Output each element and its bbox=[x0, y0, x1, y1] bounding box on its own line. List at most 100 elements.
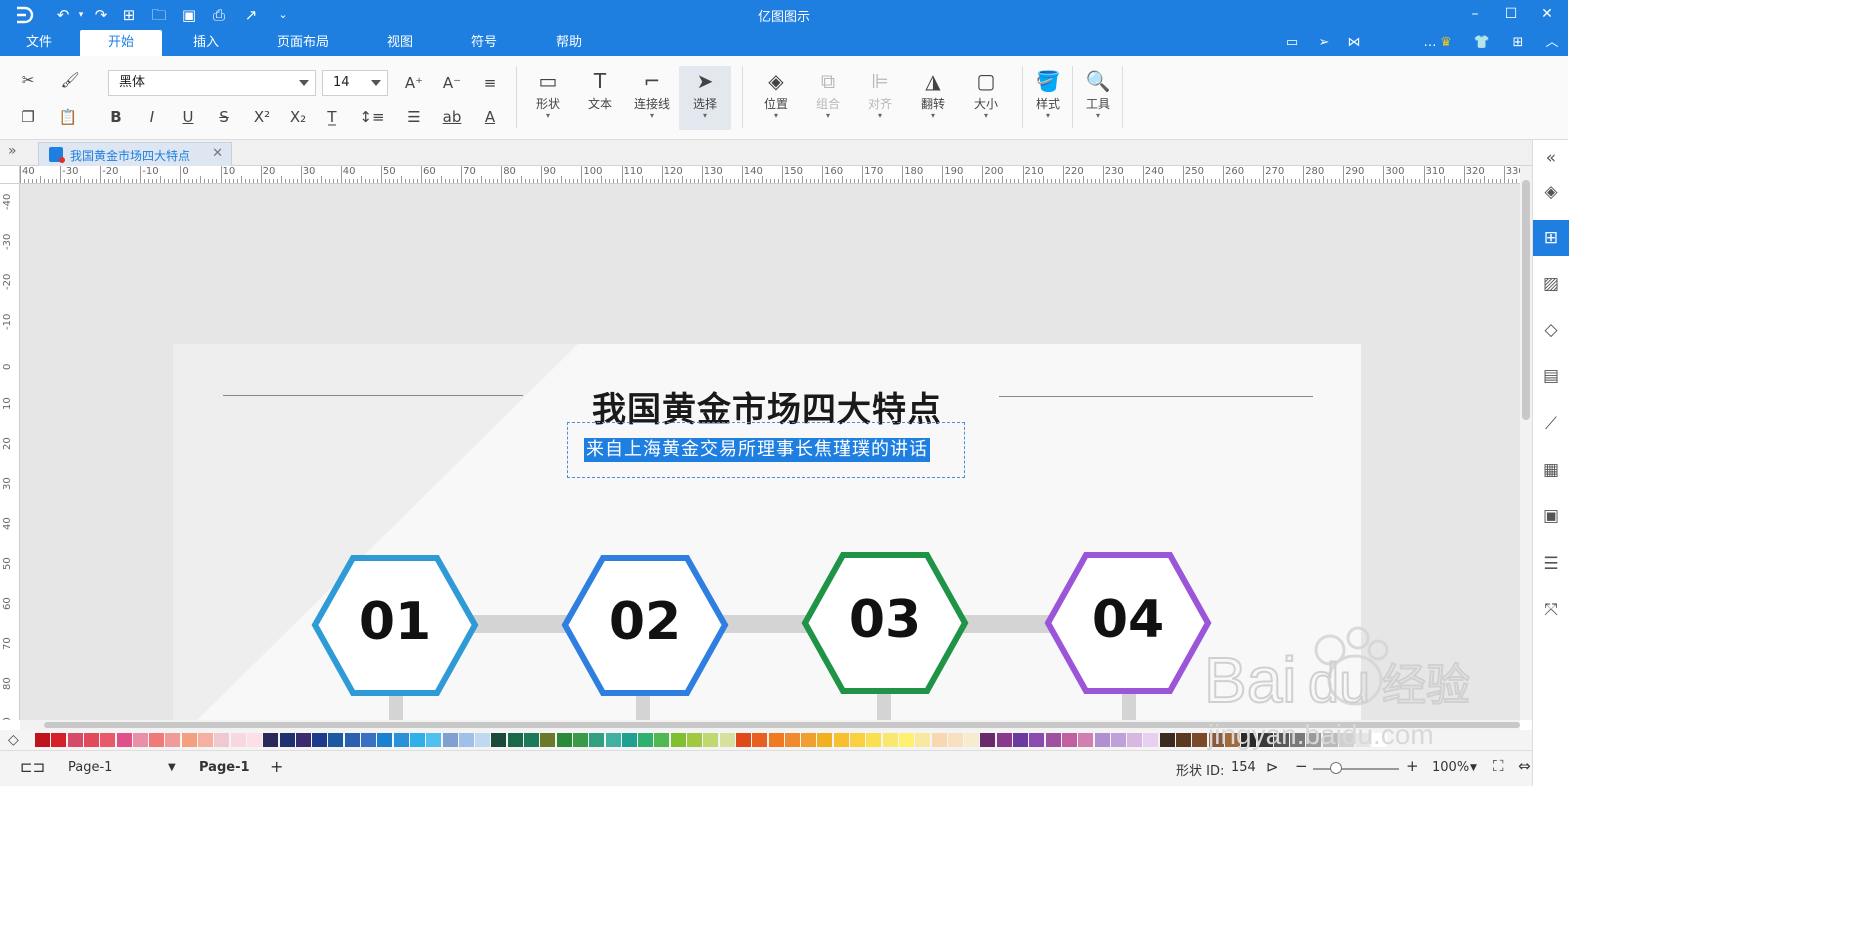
color-swatch[interactable] bbox=[605, 733, 621, 747]
color-swatch[interactable] bbox=[165, 733, 181, 747]
zoom-level[interactable]: 100% bbox=[1432, 760, 1469, 775]
close-button[interactable]: ✕ bbox=[1532, 3, 1562, 27]
color-swatch[interactable] bbox=[1127, 733, 1143, 747]
tab-file[interactable]: 文件 bbox=[14, 30, 64, 56]
flip-button[interactable]: ◮ 翻转 ▾ bbox=[907, 66, 959, 130]
color-swatch[interactable] bbox=[1045, 733, 1061, 747]
color-swatch[interactable] bbox=[556, 733, 572, 747]
tab-view[interactable]: 视图 bbox=[372, 30, 428, 56]
color-swatch[interactable] bbox=[784, 733, 800, 747]
color-swatch[interactable] bbox=[752, 733, 768, 747]
color-swatch[interactable] bbox=[458, 733, 474, 747]
document-tab[interactable]: 我国黄金市场四大特点 ✕ bbox=[38, 142, 232, 166]
fit-width-icon[interactable]: ⇔ bbox=[1518, 757, 1531, 775]
text-highlight-icon[interactable]: ab bbox=[438, 104, 466, 130]
color-swatch[interactable] bbox=[1143, 733, 1159, 747]
zoom-out-icon[interactable]: − bbox=[1295, 757, 1308, 775]
tab-home[interactable]: 开始 bbox=[80, 30, 162, 56]
color-swatch[interactable] bbox=[1094, 733, 1110, 747]
color-swatch[interactable] bbox=[850, 733, 865, 747]
color-swatch[interactable] bbox=[540, 733, 556, 747]
apps-grid-icon[interactable]: ⊞ bbox=[1508, 34, 1528, 52]
align-button[interactable]: ⊫ 对齐 ▾ bbox=[854, 66, 906, 130]
format-painter-icon[interactable]: 🖌 bbox=[56, 67, 84, 93]
cut-icon[interactable]: ✂ bbox=[14, 67, 42, 93]
color-swatch[interactable] bbox=[1013, 733, 1028, 747]
vip-crown-icon[interactable]: ♛ bbox=[1436, 34, 1456, 52]
zoom-slider-handle[interactable] bbox=[1330, 762, 1342, 774]
color-swatch[interactable] bbox=[931, 733, 947, 747]
fit-icon[interactable]: ⤧ bbox=[1533, 592, 1569, 628]
group-button[interactable]: ⧉ 组合 ▾ bbox=[802, 66, 854, 130]
maximize-button[interactable]: ☐ bbox=[1496, 3, 1526, 27]
color-swatch[interactable] bbox=[572, 733, 588, 747]
layers-icon[interactable]: ◇ bbox=[1533, 312, 1569, 348]
color-swatch[interactable] bbox=[1078, 733, 1094, 747]
color-swatch[interactable] bbox=[51, 733, 67, 747]
strikethrough-icon[interactable]: S bbox=[210, 104, 238, 130]
color-swatch[interactable] bbox=[898, 733, 914, 747]
add-page-icon[interactable]: + bbox=[270, 757, 283, 776]
color-swatch[interactable] bbox=[1192, 733, 1208, 747]
page-icon[interactable]: ▤ bbox=[1533, 358, 1569, 394]
color-swatch[interactable] bbox=[361, 733, 376, 747]
paste-icon[interactable]: 📋 bbox=[54, 104, 82, 130]
collapse-ribbon-icon[interactable]: ︿ bbox=[1542, 34, 1562, 52]
current-page-tab[interactable]: Page-1 bbox=[199, 760, 250, 775]
color-swatch[interactable] bbox=[475, 733, 491, 747]
drawing-canvas[interactable]: 我国黄金市场四大特点 来自上海黄金交易所理事长焦瑾璞的讲话 01 02 03 0… bbox=[20, 184, 1520, 720]
color-swatch[interactable] bbox=[964, 733, 980, 747]
color-swatch[interactable] bbox=[1061, 733, 1077, 747]
tab-insert[interactable]: 插入 bbox=[176, 30, 236, 56]
color-swatch[interactable] bbox=[507, 733, 523, 747]
tab-page-layout[interactable]: 页面布局 bbox=[262, 30, 344, 56]
shape-button[interactable]: ▭ 形状 ▾ bbox=[522, 66, 574, 130]
color-swatch[interactable] bbox=[768, 733, 784, 747]
minimize-button[interactable]: – bbox=[1460, 3, 1490, 27]
zoom-slider[interactable] bbox=[1313, 768, 1399, 770]
style-button[interactable]: 🪣 样式 ▾ bbox=[1022, 66, 1074, 130]
close-tab-icon[interactable]: ✕ bbox=[212, 146, 223, 161]
color-swatch[interactable] bbox=[1110, 733, 1126, 747]
color-swatch[interactable] bbox=[882, 733, 898, 747]
color-swatch[interactable] bbox=[524, 733, 539, 747]
subtitle-textbox[interactable]: 来自上海黄金交易所理事长焦瑾璞的讲话 bbox=[567, 422, 965, 478]
color-swatch[interactable] bbox=[1339, 733, 1354, 747]
copy-icon[interactable]: ❐ bbox=[14, 104, 42, 130]
collapse-panel-icon[interactable]: « bbox=[1533, 140, 1569, 176]
shape-library-icon[interactable]: ⊞ bbox=[1533, 220, 1569, 256]
drawing-page[interactable]: 我国黄金市场四大特点 来自上海黄金交易所理事长焦瑾璞的讲话 01 02 03 0… bbox=[173, 344, 1361, 720]
table-icon[interactable]: ▦ bbox=[1533, 452, 1569, 488]
color-swatch[interactable] bbox=[687, 733, 702, 747]
horizontal-scrollbar[interactable] bbox=[20, 720, 1520, 730]
color-swatch[interactable] bbox=[1322, 733, 1338, 747]
color-swatch[interactable] bbox=[149, 733, 165, 747]
text-format-icon[interactable]: T̲ bbox=[318, 104, 346, 130]
no-fill-icon[interactable]: ◇ bbox=[8, 732, 19, 748]
chart-icon[interactable]: ⟋ bbox=[1533, 406, 1569, 442]
tab-help[interactable]: 帮助 bbox=[540, 30, 598, 56]
color-swatch[interactable] bbox=[246, 733, 262, 747]
color-swatch[interactable] bbox=[442, 733, 458, 747]
color-swatch[interactable] bbox=[833, 733, 849, 747]
font-family-select[interactable]: 黑体 bbox=[108, 70, 316, 96]
color-swatch[interactable] bbox=[1371, 733, 1387, 747]
align-text-icon[interactable]: ≡ bbox=[476, 70, 504, 96]
color-swatch[interactable] bbox=[1355, 733, 1371, 747]
send-icon[interactable]: ➢ bbox=[1314, 34, 1334, 52]
color-swatch[interactable] bbox=[377, 733, 393, 747]
color-swatch[interactable] bbox=[344, 733, 360, 747]
tab-symbols[interactable]: 符号 bbox=[456, 30, 512, 56]
color-swatch[interactable] bbox=[654, 733, 670, 747]
color-swatch[interactable] bbox=[83, 733, 99, 747]
subscript-icon[interactable]: X₂ bbox=[284, 104, 312, 130]
color-swatch[interactable] bbox=[1029, 733, 1045, 747]
color-swatch[interactable] bbox=[426, 733, 442, 747]
color-swatch[interactable] bbox=[1290, 733, 1306, 747]
size-button[interactable]: ▢ 大小 ▾ bbox=[960, 66, 1012, 130]
color-swatch[interactable] bbox=[295, 733, 311, 747]
connector-button[interactable]: ⌐ 连接线 ▾ bbox=[626, 66, 678, 130]
organize-icon[interactable]: ▣ bbox=[1533, 498, 1569, 534]
color-swatch[interactable] bbox=[621, 733, 637, 747]
color-swatch[interactable] bbox=[328, 733, 344, 747]
